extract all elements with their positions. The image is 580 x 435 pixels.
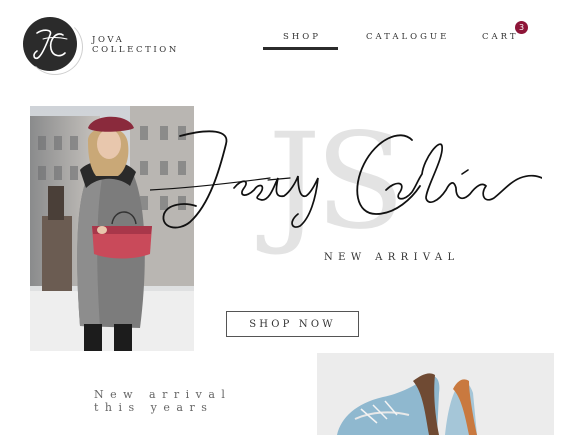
brand-line-1: JOVA [92, 35, 125, 45]
nav-catalogue[interactable]: CATALOGUE [366, 32, 449, 42]
nav-shop[interactable]: SHOP [283, 32, 321, 42]
shoes-photo [317, 353, 554, 435]
bottom-caption: New arrival this years [94, 388, 231, 414]
cart-count-badge: 3 [515, 21, 528, 34]
bottom-caption-line-2: this years [94, 401, 214, 414]
shop-now-button[interactable]: SHOP NOW [226, 311, 359, 337]
jc-monogram-icon [33, 29, 68, 60]
brand-name: JOVA COLLECTION [92, 35, 179, 55]
logo[interactable] [23, 17, 83, 75]
blue-boots-photo [317, 353, 554, 435]
nav-cart[interactable]: CART [482, 32, 519, 42]
bottom-caption-line-1: New arrival [94, 388, 232, 401]
brand-line-2: COLLECTION [92, 45, 179, 55]
hero-subtitle: NEW ARRIVAL [324, 252, 460, 263]
nav-active-indicator [263, 47, 338, 50]
hero-script-title [150, 130, 542, 229]
